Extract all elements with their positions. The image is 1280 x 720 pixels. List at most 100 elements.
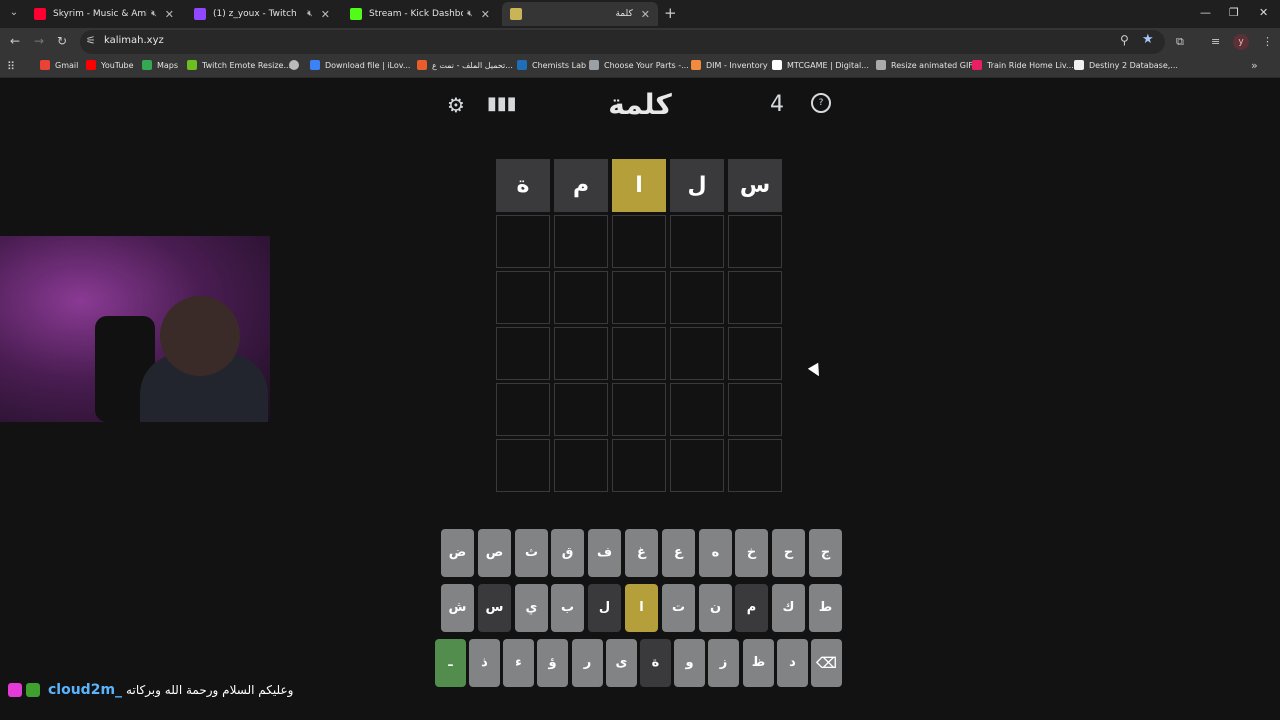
forward-icon[interactable]: →	[34, 34, 44, 48]
keyboard-key[interactable]: ب	[551, 584, 584, 632]
tab-muted-speaker-icon[interactable]: 🔇︎	[307, 9, 313, 19]
bookmark-favicon-icon	[1074, 60, 1084, 70]
media-control-icon[interactable]: ≡	[1211, 35, 1220, 48]
tab-favicon-icon	[510, 8, 522, 20]
keyboard-key[interactable]: ء	[503, 639, 534, 687]
zoom-icon[interactable]: ⚲	[1120, 33, 1129, 47]
tab-kick-dashboard[interactable]: Stream - Kick Dashboard 🔇︎ ✕	[342, 2, 498, 26]
board-tile	[612, 383, 666, 436]
keyboard-key[interactable]: ج	[809, 529, 842, 577]
tab-twitch[interactable]: (1) z_youx - Twitch 🔇︎ ✕	[186, 2, 338, 26]
board-tile	[496, 439, 550, 492]
webcam-overlay	[0, 236, 270, 422]
keyboard-key[interactable]: غ	[625, 529, 658, 577]
bookmark-item[interactable]: Resize animated GIF	[876, 60, 973, 70]
bookmark-label: MTCGAME | Digital...	[787, 60, 869, 70]
keyboard-key[interactable]: ك	[772, 584, 805, 632]
stats-bar-chart-icon[interactable]: ▮▮▮	[487, 93, 517, 114]
chat-message-text: وعليكم السلام ورحمة الله وبركاته	[126, 683, 294, 697]
keyboard-key[interactable]: ق	[551, 529, 584, 577]
enter-key[interactable]: ـ	[435, 639, 466, 687]
bookmark-item[interactable]: Maps	[142, 60, 178, 70]
bookmark-item[interactable]: DIM - Inventory	[691, 60, 768, 70]
history-clock-icon[interactable]: ?	[811, 93, 831, 113]
back-icon[interactable]: ←	[10, 34, 20, 48]
extensions-icon[interactable]: ⧉	[1176, 35, 1184, 49]
bookmarks-bar: ⠿ Gmail YouTube Maps Twitch Emote Resize...…	[0, 56, 1280, 78]
bookmark-star-icon[interactable]: ★	[1142, 32, 1154, 47]
bookmark-item[interactable]: Destiny 2 Database,...	[1074, 60, 1178, 70]
reload-icon[interactable]: ↻	[57, 34, 67, 48]
bookmark-item[interactable]: Twitch Emote Resize...	[187, 60, 291, 70]
apps-grid-icon[interactable]: ⠿	[7, 60, 15, 73]
tab-muted-speaker-icon[interactable]: 🔇︎	[467, 9, 473, 19]
tab-kalimah[interactable]: كلمة ✕	[502, 2, 658, 26]
keyboard-key[interactable]: و	[674, 639, 705, 687]
bookmark-item[interactable]: Choose Your Parts -...	[589, 60, 689, 70]
bookmark-item[interactable]: تحميل الملف - نمت ع...	[417, 60, 513, 70]
keyboard-key[interactable]: ز	[708, 639, 739, 687]
minimize-icon[interactable]: —	[1200, 6, 1211, 19]
bookmark-item[interactable]: Gmail	[40, 60, 78, 70]
board-tile: ة	[496, 159, 550, 212]
keyboard-key[interactable]: خ	[735, 529, 768, 577]
keyboard-key[interactable]: ا	[625, 584, 658, 632]
board-tile	[496, 327, 550, 380]
tab-close-icon[interactable]: ✕	[481, 8, 490, 21]
keyboard-key[interactable]: ح	[772, 529, 805, 577]
keyboard-key[interactable]: ر	[572, 639, 603, 687]
site-info-icon[interactable]: ⚟	[86, 34, 96, 47]
bookmark-item[interactable]: Chemists Lab	[517, 60, 586, 70]
bookmark-item[interactable]: Download file | iLov...	[310, 60, 410, 70]
keyboard-key[interactable]: س	[478, 584, 511, 632]
keyboard-key[interactable]: ة	[640, 639, 671, 687]
profile-avatar[interactable]: y	[1233, 34, 1249, 50]
tab-muted-speaker-icon[interactable]: 🔇︎	[151, 9, 157, 19]
restore-icon[interactable]: ❐	[1229, 6, 1239, 19]
keyboard-key[interactable]: ظ	[743, 639, 774, 687]
bookmark-item[interactable]: Train Ride Home Liv...	[972, 60, 1074, 70]
bookmark-favicon-icon	[972, 60, 982, 70]
board-tile	[554, 215, 608, 268]
new-tab-button[interactable]: +	[664, 5, 677, 21]
keyboard-key[interactable]: ل	[588, 584, 621, 632]
keyboard-key[interactable]: ص	[478, 529, 511, 577]
keyboard-key[interactable]: م	[735, 584, 768, 632]
tab-close-icon[interactable]: ✕	[321, 8, 330, 21]
tab-skyrim[interactable]: Skyrim - Music & Ambience 🔇︎ ✕	[26, 2, 182, 26]
keyboard-key[interactable]: ط	[809, 584, 842, 632]
tab-title: Skyrim - Music & Ambience	[53, 9, 147, 19]
browser-toolbar: ← → ↻ ⚟ kalimah.xyz ⚲ ★ ⧉ ≡ y ⋮	[0, 28, 1280, 56]
bookmark-label: Maps	[157, 60, 179, 70]
keyboard-key[interactable]: ي	[515, 584, 548, 632]
keyboard-key[interactable]: ن	[699, 584, 732, 632]
address-bar[interactable]: ⚟ kalimah.xyz ⚲ ★	[80, 30, 1165, 54]
keyboard-key[interactable]: ت	[662, 584, 695, 632]
board-tile	[612, 327, 666, 380]
settings-gear-icon[interactable]: ⚙	[447, 93, 465, 117]
bookmarks-overflow-icon[interactable]: »	[1251, 59, 1258, 72]
tab-close-icon[interactable]: ✕	[641, 8, 650, 21]
keyboard-key[interactable]: ى	[606, 639, 637, 687]
tab-title: (1) z_youx - Twitch	[213, 9, 297, 19]
bookmark-item[interactable]	[289, 60, 304, 70]
keyboard-key[interactable]: ض	[441, 529, 474, 577]
close-window-icon[interactable]: ✕	[1259, 6, 1268, 19]
bookmark-item[interactable]: MTCGAME | Digital...	[772, 60, 869, 70]
keyboard-key[interactable]: ش	[441, 584, 474, 632]
keyboard-key[interactable]: ه	[699, 529, 732, 577]
bookmark-favicon-icon	[289, 60, 299, 70]
keyboard-key[interactable]: ف	[588, 529, 621, 577]
keyboard-key[interactable]: د	[777, 639, 808, 687]
tab-close-icon[interactable]: ✕	[165, 8, 174, 21]
keyboard-key[interactable]: ع	[662, 529, 695, 577]
bookmark-item[interactable]: YouTube	[86, 60, 134, 70]
keyboard-key[interactable]: ذ	[469, 639, 500, 687]
backspace-key[interactable]: ⌫	[811, 639, 842, 687]
menu-icon[interactable]: ⋮	[1262, 35, 1273, 48]
board-tile	[554, 271, 608, 324]
keyboard-key[interactable]: ث	[515, 529, 548, 577]
keyboard-key[interactable]: ؤ	[537, 639, 568, 687]
tab-search-icon[interactable]: ⌄	[6, 5, 22, 21]
url-text[interactable]: kalimah.xyz	[104, 35, 164, 46]
